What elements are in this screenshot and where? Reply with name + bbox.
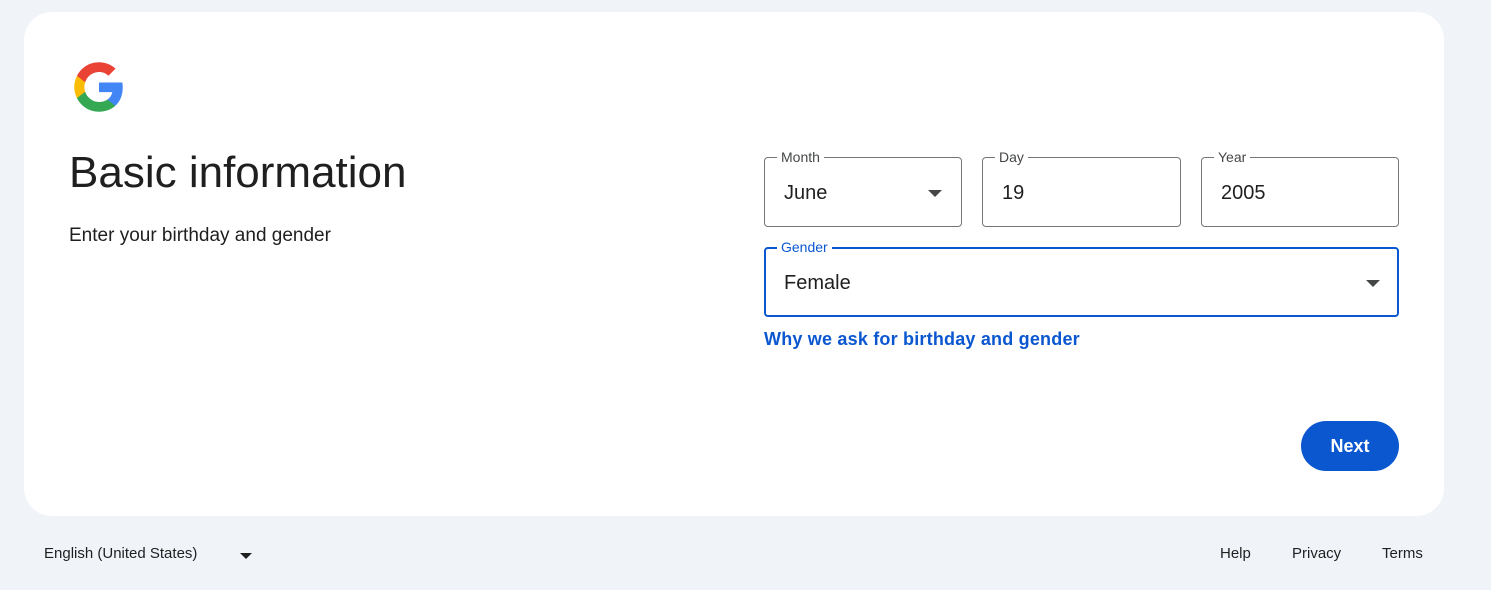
dropdown-caret-icon	[240, 553, 252, 559]
page-subtitle: Enter your birthday and gender	[69, 225, 331, 246]
signup-card: Basic information Enter your birthday an…	[24, 12, 1444, 516]
privacy-link[interactable]: Privacy	[1292, 545, 1341, 562]
day-value: 19	[1002, 182, 1025, 204]
day-input[interactable]: Day 19	[982, 149, 1181, 227]
language-label: English (United States)	[44, 545, 198, 562]
language-selector[interactable]: English (United States)	[44, 545, 252, 562]
day-label: Day	[995, 149, 1028, 165]
dropdown-caret-icon	[928, 190, 942, 197]
month-select[interactable]: Month June	[764, 149, 962, 227]
gender-value: Female	[784, 272, 851, 294]
year-input[interactable]: Year 2005	[1201, 149, 1399, 227]
month-value: June	[784, 182, 828, 204]
month-label: Month	[777, 149, 824, 165]
terms-link[interactable]: Terms	[1382, 545, 1423, 562]
google-logo-icon	[74, 62, 123, 112]
dropdown-caret-icon	[1366, 280, 1380, 287]
why-we-ask-link[interactable]: Why we ask for birthday and gender	[764, 329, 1080, 350]
gender-select[interactable]: Gender Female	[764, 239, 1399, 317]
next-button[interactable]: Next	[1301, 421, 1399, 471]
year-value: 2005	[1221, 182, 1266, 204]
page-title: Basic information	[69, 148, 407, 197]
help-link[interactable]: Help	[1220, 545, 1251, 562]
gender-label: Gender	[777, 239, 832, 255]
year-label: Year	[1214, 149, 1251, 165]
